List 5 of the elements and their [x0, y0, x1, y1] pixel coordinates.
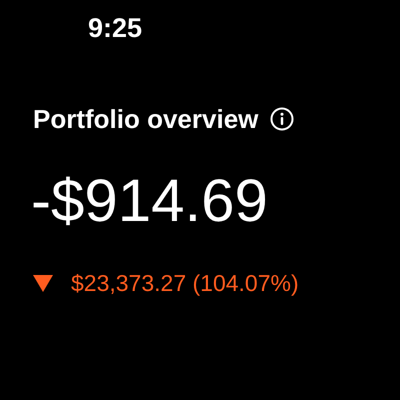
balance-amount: -$914.69 [31, 167, 268, 234]
section-title: Portfolio overview [33, 104, 258, 134]
info-icon[interactable] [270, 107, 294, 131]
change-amount: $23,373.27 (104.07%) [71, 269, 299, 297]
status-time: 9:25 [88, 13, 142, 43]
